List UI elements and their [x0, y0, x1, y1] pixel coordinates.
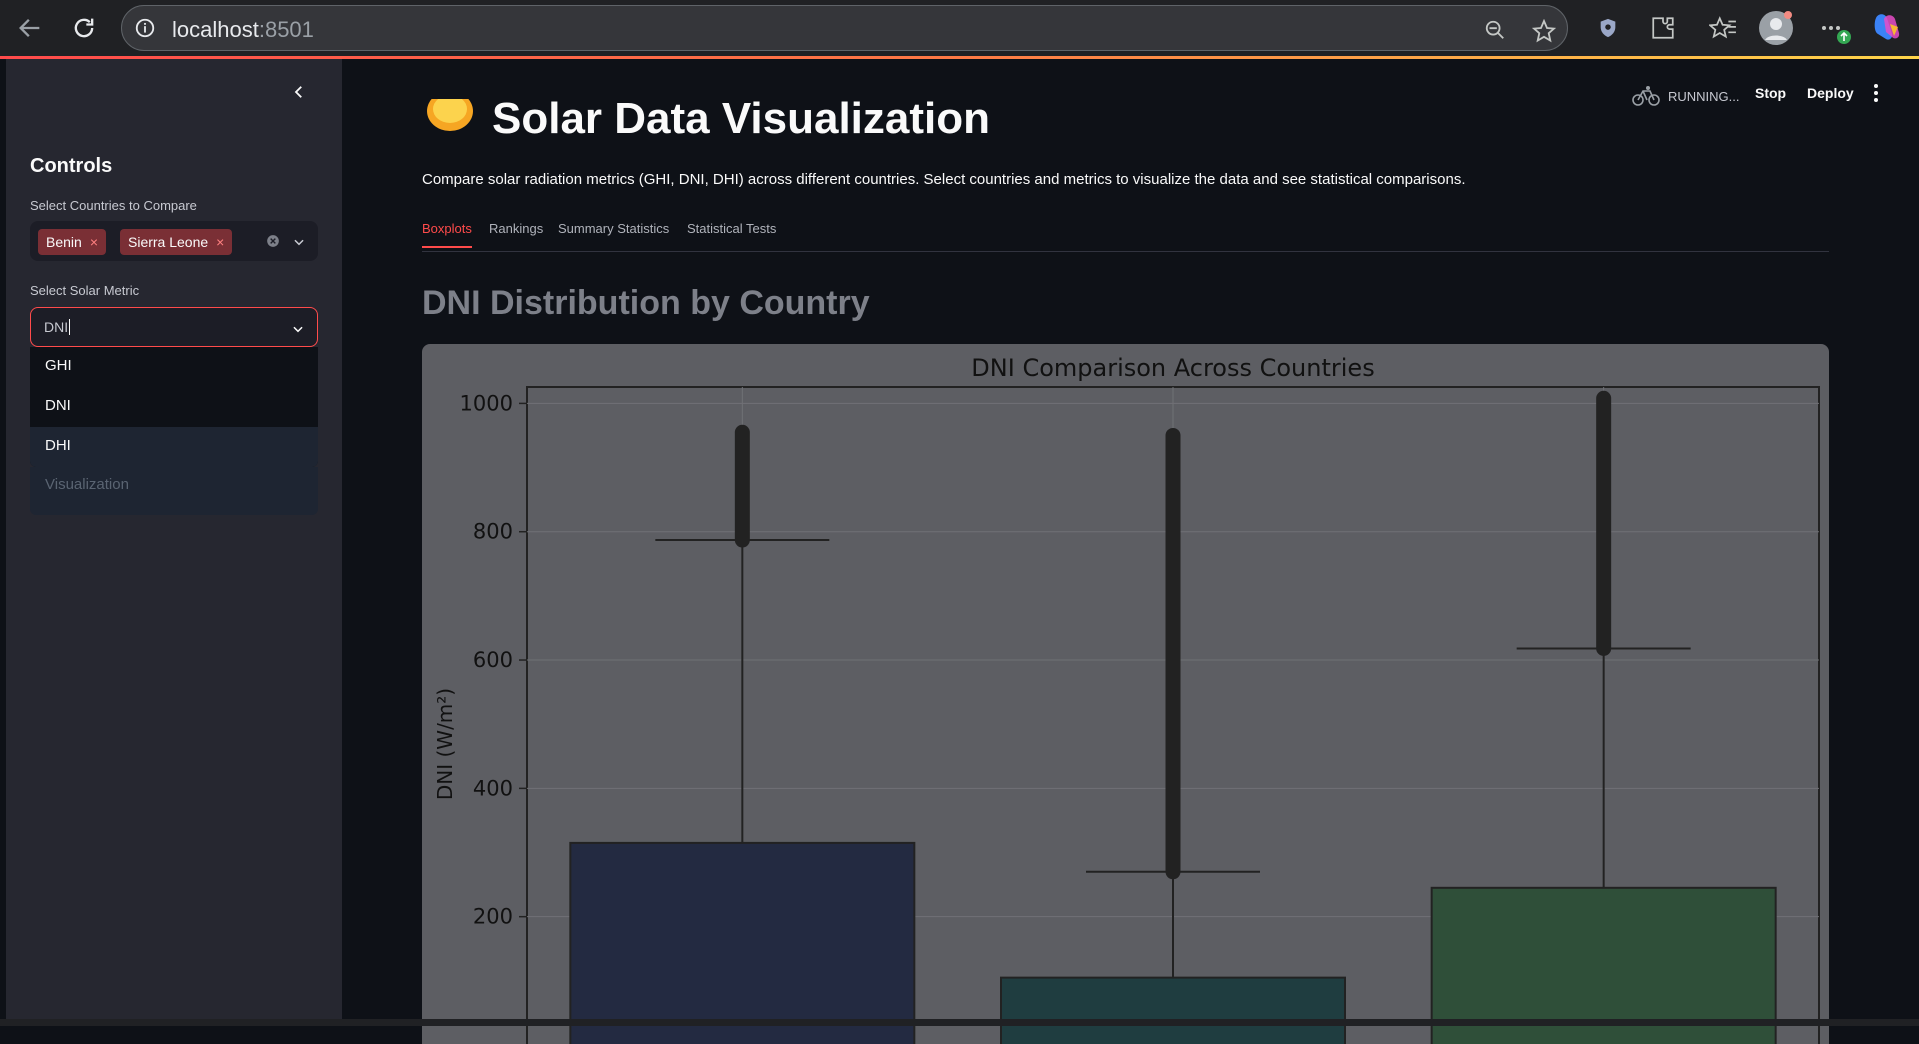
running-status: RUNNING... [1632, 85, 1740, 107]
shield-extension-icon[interactable] [1597, 16, 1619, 45]
y-axis-label: DNI (W/m²) [433, 688, 457, 800]
window-bottom-edge [0, 1019, 1919, 1026]
box [569, 841, 916, 1044]
country-tag-benin: Benin × [38, 229, 106, 255]
favorites-icon[interactable] [1707, 15, 1737, 46]
box [1000, 976, 1346, 1044]
url-port: :8501 [258, 17, 314, 42]
metric-value-text: DNI [44, 319, 69, 335]
page-title: Solar Data Visualization [422, 95, 990, 143]
site-info-icon[interactable] [134, 17, 156, 44]
metric-option-ghi[interactable]: GHI [30, 347, 318, 387]
metric-label: Select Solar Metric [30, 283, 140, 298]
metric-dropdown-menu: GHI DNI DHI [30, 347, 318, 467]
tab-rankings[interactable]: Rankings [489, 221, 543, 246]
metric-select[interactable]: DNI [30, 307, 318, 347]
tab-boxplots[interactable]: Boxplots [422, 221, 472, 248]
country-tag-label: Benin [46, 234, 82, 250]
country-tag-label: Sierra Leone [128, 234, 209, 250]
countries-multiselect[interactable]: Benin × Sierra Leone × [30, 221, 318, 261]
copilot-icon[interactable] [1870, 10, 1904, 49]
profile-avatar-icon[interactable] [1758, 10, 1794, 51]
url-host: localhost [172, 17, 259, 42]
more-menu-icon[interactable] [1820, 16, 1854, 49]
metric-option-dni[interactable]: DNI [30, 387, 318, 427]
remove-tag-icon[interactable]: × [216, 234, 224, 250]
boxplot-chart: DNI Comparison Across Countries 200 400 600… [422, 344, 1829, 1044]
back-icon[interactable] [12, 10, 48, 46]
tab-statistical-tests[interactable]: Statistical Tests [687, 221, 776, 246]
y-tick-label: 1000 [460, 391, 513, 415]
y-tick-label: 600 [473, 648, 513, 672]
sidebar: Controls Select Countries to Compare Ben… [6, 59, 342, 1019]
remove-tag-icon[interactable]: × [90, 234, 98, 250]
tab-bar: Boxplots Rankings Summary Statistics Sta… [422, 221, 1829, 252]
address-bar[interactable]: localhost:8501 [121, 5, 1568, 51]
browser-toolbar: localhost:8501 [0, 0, 1919, 56]
zoom-out-icon[interactable] [1484, 19, 1506, 46]
page-title-text: Solar Data Visualization [492, 95, 991, 143]
main-menu-icon[interactable] [1872, 83, 1880, 108]
url-text[interactable]: localhost:8501 [172, 17, 314, 43]
collapse-sidebar-icon[interactable] [290, 83, 308, 106]
y-tick-label: 800 [473, 520, 513, 544]
chevron-down-icon[interactable] [292, 235, 306, 254]
sidebar-title: Controls [30, 155, 113, 177]
countries-label: Select Countries to Compare [30, 198, 197, 213]
running-text: RUNNING... [1668, 88, 1740, 104]
clear-all-icon[interactable] [266, 234, 280, 253]
main-content: RUNNING... Stop Deploy Solar Data Visual… [342, 59, 1919, 1044]
deploy-button[interactable]: Deploy [1807, 85, 1854, 101]
chevron-down-icon[interactable] [291, 322, 305, 341]
metric-select-value[interactable]: DNI [44, 319, 71, 335]
visualization-label: Visualization [45, 476, 129, 493]
section-title: DNI Distribution by Country [422, 284, 870, 322]
extensions-icon[interactable] [1650, 15, 1676, 46]
reload-icon[interactable] [66, 10, 102, 46]
visualization-section: Visualization [30, 467, 318, 515]
stop-button[interactable]: Stop [1755, 85, 1786, 101]
bookmark-star-icon[interactable] [1531, 18, 1557, 48]
y-tick-label: 200 [473, 905, 513, 929]
metric-option-dhi[interactable]: DHI [30, 427, 318, 467]
bicycle-icon [1632, 86, 1660, 106]
chart-svg: DNI Comparison Across Countries 200 400 600… [433, 354, 1820, 1044]
country-tag-sierra-leone: Sierra Leone × [120, 229, 233, 255]
text-caret [69, 319, 71, 335]
chart-title: DNI Comparison Across Countries [971, 354, 1374, 382]
tab-summary-statistics[interactable]: Summary Statistics [558, 221, 669, 246]
page-subtitle: Compare solar radiation metrics (GHI, DN… [422, 171, 1466, 188]
y-tick-label: 400 [473, 776, 513, 800]
